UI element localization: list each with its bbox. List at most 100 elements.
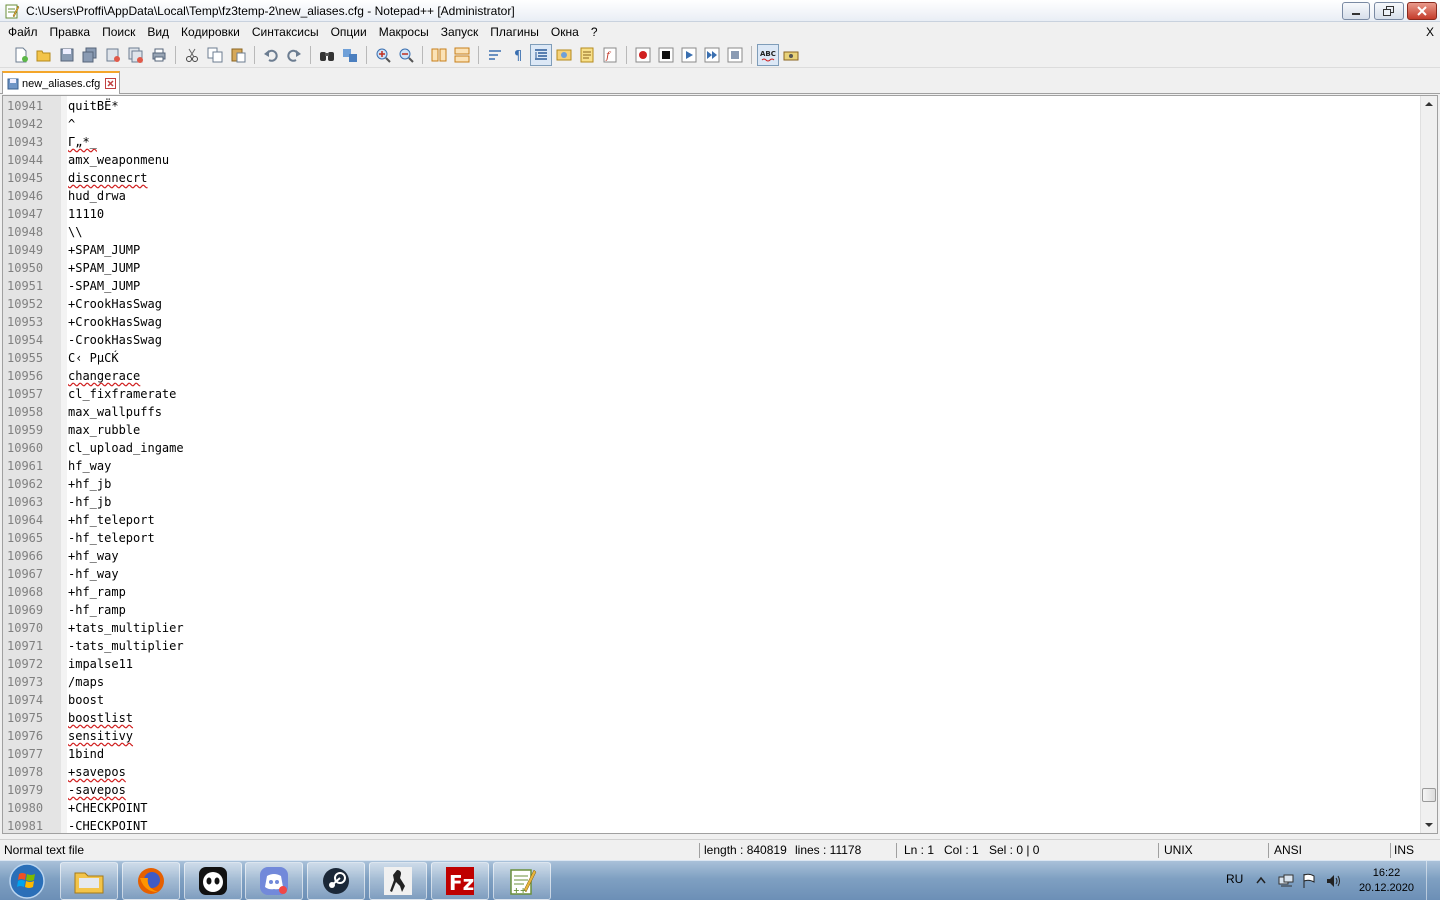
copy-button[interactable] [204, 44, 226, 66]
start-button[interactable] [4, 862, 50, 900]
taskbar-discord[interactable] [245, 862, 303, 900]
close-button[interactable] [102, 44, 124, 66]
save-all-button[interactable] [79, 44, 101, 66]
open-file-button[interactable] [33, 44, 55, 66]
status-eol-format[interactable]: UNIX [1160, 840, 1193, 861]
spell-check-button[interactable]: ABC [757, 43, 779, 66]
save-macro-button[interactable] [724, 44, 746, 66]
editor-line[interactable]: 10947 11110 [3, 205, 1419, 223]
editor-line[interactable]: 10950 +SPAM_JUMP [3, 259, 1419, 277]
editor-line[interactable]: 10960 cl_upload_ingame [3, 439, 1419, 457]
editor[interactable]: 10941 quitBЁ* 10942 ^ 10943 Г„*_ 10944 amx_weap… [2, 95, 1438, 834]
editor-line[interactable]: 10964 +hf_teleport [3, 511, 1419, 529]
editor-line[interactable]: 10970 +tats_multiplier [3, 619, 1419, 637]
editor-line[interactable]: 10946 hud_drwa [3, 187, 1419, 205]
taskbar-firefox[interactable] [122, 862, 180, 900]
menu-file[interactable]: Файл [2, 22, 44, 42]
taskbar-steam[interactable] [307, 862, 365, 900]
menu-plugins[interactable]: Плагины [484, 22, 545, 42]
word-wrap-button[interactable] [484, 44, 506, 66]
editor-line[interactable]: 10959 max_rubble [3, 421, 1419, 439]
editor-line[interactable]: 10956 changerace [3, 367, 1419, 385]
taskbar-notepad-plus-plus[interactable]: ++ [493, 862, 551, 900]
cut-button[interactable] [181, 44, 203, 66]
editor-line[interactable]: 10976 sensitivy [3, 727, 1419, 745]
system-clock[interactable]: 16:22 20.12.2020 [1359, 866, 1414, 896]
editor-line[interactable]: 10981 -CHECKPOINT [3, 817, 1419, 833]
close-tab-icon[interactable] [105, 78, 117, 89]
taskbar-explorer[interactable] [60, 862, 118, 900]
editor-line[interactable]: 10963 -hf_jb [3, 493, 1419, 511]
editor-line[interactable]: 10944 amx_weaponmenu [3, 151, 1419, 169]
taskbar-counter-strike[interactable] [369, 862, 427, 900]
menu-settings[interactable]: Опции [325, 22, 373, 42]
menu-run[interactable]: Запуск [435, 22, 485, 42]
editor-line[interactable]: 10955 С‹ РµСЌ [3, 349, 1419, 367]
volume-icon[interactable] [1325, 873, 1341, 889]
editor-line[interactable]: 10957 cl_fixframerate [3, 385, 1419, 403]
editor-line[interactable]: 10943 Г„*_ [3, 133, 1419, 151]
editor-line[interactable]: 10966 +hf_way [3, 547, 1419, 565]
editor-line[interactable]: 10979 -savepos [3, 781, 1419, 799]
menu-help[interactable]: ? [585, 22, 604, 42]
show-hidden-icons-icon[interactable] [1256, 876, 1266, 884]
editor-line[interactable]: 10973/maps [3, 673, 1419, 691]
show-desktop-button[interactable] [1426, 861, 1440, 900]
minimize-button[interactable] [1342, 2, 1370, 20]
menu-language[interactable]: Синтаксисы [246, 22, 325, 42]
sync-vertical-button[interactable] [428, 44, 450, 66]
close-window-button[interactable] [1407, 2, 1437, 20]
close-document-button[interactable]: X [1426, 24, 1434, 40]
language-indicator[interactable]: RU [1226, 872, 1243, 886]
network-icon[interactable] [1278, 874, 1294, 888]
save-button[interactable] [56, 44, 78, 66]
menu-encoding[interactable]: Кодировки [175, 22, 246, 42]
scrollbar-thumb[interactable] [1422, 788, 1436, 802]
editor-line[interactable]: 10941 quitBЁ* [3, 97, 1419, 115]
vertical-scrollbar[interactable] [1420, 96, 1437, 833]
editor-line[interactable]: 10974 boost [3, 691, 1419, 709]
record-macro-button[interactable] [632, 44, 654, 66]
taskbar-filezilla[interactable]: Fz [431, 862, 489, 900]
find-button[interactable] [316, 44, 338, 66]
editor-line[interactable]: 10962 +hf_jb [3, 475, 1419, 493]
print-button[interactable] [148, 44, 170, 66]
zoom-out-button[interactable] [395, 44, 417, 66]
sync-horizontal-button[interactable] [451, 44, 473, 66]
editor-line[interactable]: 10980 +CHECKPOINT [3, 799, 1419, 817]
document-map-button[interactable] [576, 44, 598, 66]
editor-line[interactable]: 10948 \\ [3, 223, 1419, 241]
editor-line[interactable]: 10951 -SPAM_JUMP [3, 277, 1419, 295]
maximize-button[interactable] [1374, 2, 1404, 20]
paste-button[interactable] [227, 44, 249, 66]
action-center-flag-icon[interactable] [1302, 873, 1316, 889]
editor-line[interactable]: 10977 1bind [3, 745, 1419, 763]
scroll-down-button[interactable] [1421, 817, 1437, 833]
menu-search[interactable]: Поиск [96, 22, 141, 42]
editor-line[interactable]: 10945 disconnecrt [3, 169, 1419, 187]
menu-edit[interactable]: Правка [44, 22, 97, 42]
run-macro-multiple-button[interactable] [701, 44, 723, 66]
redo-button[interactable] [283, 44, 305, 66]
tab-new-aliases[interactable]: new_aliases.cfg [2, 71, 120, 94]
menu-view[interactable]: Вид [141, 22, 175, 42]
editor-line[interactable]: 10961 hf_way [3, 457, 1419, 475]
editor-line[interactable]: 10942 ^ [3, 115, 1419, 133]
menu-window[interactable]: Окна [545, 22, 585, 42]
zoom-in-button[interactable] [372, 44, 394, 66]
status-insert-mode[interactable]: INS [1390, 840, 1414, 861]
taskbar-panda-vpn[interactable] [184, 862, 242, 900]
editor-line[interactable]: 10949 +SPAM_JUMP [3, 241, 1419, 259]
editor-line[interactable]: 10971 -tats_multiplier [3, 637, 1419, 655]
title-bar[interactable]: C:\Users\Proffi\AppData\Local\Temp\fz3te… [0, 0, 1440, 22]
scroll-up-button[interactable] [1421, 96, 1437, 112]
editor-line[interactable]: 10967 -hf_way [3, 565, 1419, 583]
editor-line[interactable]: 10954 -CrookHasSwag [3, 331, 1419, 349]
new-file-button[interactable] [10, 44, 32, 66]
undo-button[interactable] [260, 44, 282, 66]
indent-guide-button[interactable] [530, 43, 552, 66]
editor-line[interactable]: 10975 boostlist [3, 709, 1419, 727]
play-macro-button[interactable] [678, 44, 700, 66]
editor-line[interactable]: 10972 impalse11 [3, 655, 1419, 673]
editor-line[interactable]: 10958 max_wallpuffs [3, 403, 1419, 421]
